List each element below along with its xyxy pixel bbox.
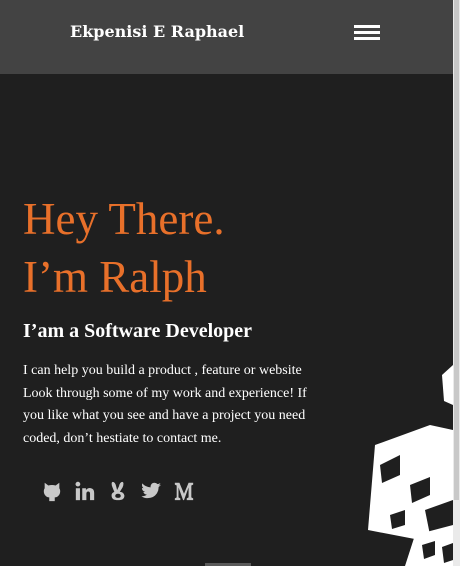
hero-heading-line-1: Hey There.: [23, 194, 225, 244]
social-links: [40, 478, 195, 504]
hamburger-menu-icon[interactable]: [354, 24, 380, 42]
brand-name[interactable]: Ekpenisi E Raphael: [70, 22, 244, 41]
hero-description-line: coded, don’t hestiate to contact me.: [23, 430, 222, 446]
navbar: Ekpenisi E Raphael: [0, 0, 453, 74]
decorative-graphic: [368, 365, 453, 566]
hero-subheading: I’am a Software Developer: [23, 320, 253, 342]
menu-bar: [354, 37, 380, 40]
decorative-shapes: [368, 365, 453, 566]
medium-icon[interactable]: [172, 479, 195, 503]
hackerrank-icon[interactable]: [106, 479, 129, 503]
hero-heading-line-2: I’m Ralph: [23, 252, 207, 302]
menu-bar: [354, 31, 380, 34]
twitter-icon[interactable]: [139, 479, 162, 503]
hero-description-line: Look through some of my work and experie…: [23, 385, 307, 401]
hero-heading: Hey There. I’m Ralph: [23, 190, 225, 306]
scrollbar-thumb[interactable]: [454, 0, 459, 500]
hero-description: I can help you build a product , feature…: [23, 360, 343, 450]
linkedin-icon[interactable]: [73, 479, 96, 503]
github-icon[interactable]: [40, 479, 63, 503]
menu-bar: [354, 25, 380, 28]
hero-description-line: you like what you see and have a project…: [23, 408, 306, 423]
hero-description-line: I can help you build a product , feature…: [23, 363, 302, 378]
